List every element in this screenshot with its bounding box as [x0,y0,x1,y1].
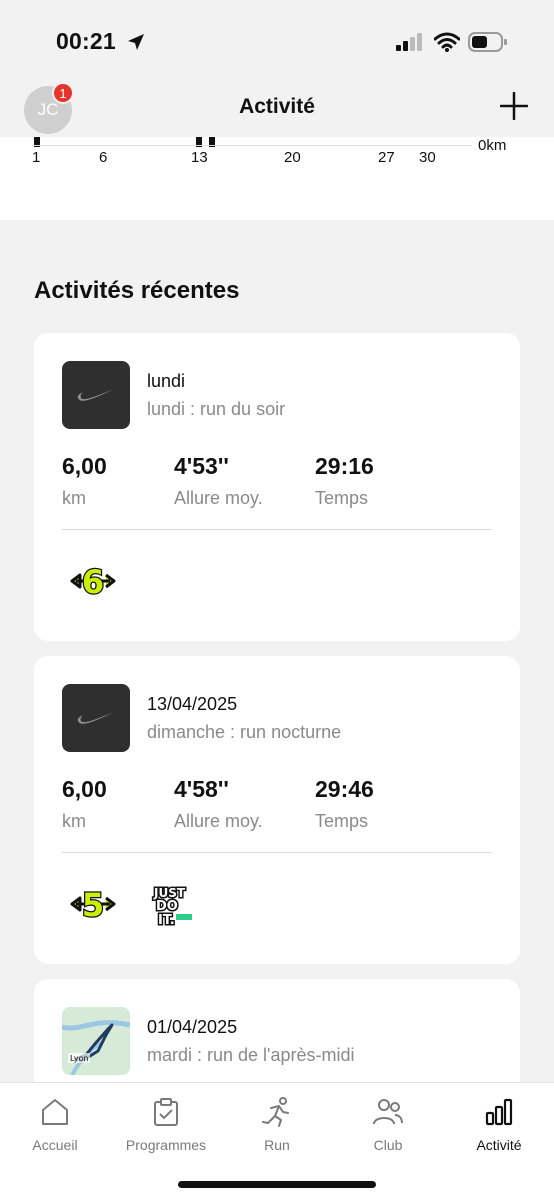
battery-icon [468,31,508,58]
tab-activity[interactable]: Activité [444,1095,554,1153]
achievement-badges: 5 JUST DO IT. [70,884,194,933]
pace-value: 4'58'' [174,776,229,802]
tab-run[interactable]: Run [222,1095,332,1153]
home-indicator[interactable] [178,1181,376,1188]
app-header: JC 1 Activité [0,82,554,134]
monthly-distance-chart: 1 6 13 20 27 30 0km [0,137,554,220]
activity-date: 13/04/2025 [147,694,238,714]
time-stat: 29:46 Temps [315,776,374,832]
svg-text:Lyon: Lyon [70,1054,88,1063]
tab-label: Accueil [32,1137,78,1153]
time-label: Temps [315,811,369,831]
tab-label: Run [264,1137,290,1153]
divider [62,529,492,530]
5k-badge-icon[interactable]: 5 [70,884,116,933]
divider [62,852,492,853]
section-title: Activités récentes [34,277,240,304]
activity-card[interactable]: lundi lundi : run du soir 6,00 km 4'53''… [34,333,520,641]
activity-date: 01/04/2025 [147,1017,238,1037]
time-value: 29:46 [315,776,374,802]
activity-name: dimanche : run nocturne [147,722,342,742]
chart-tick: 27 [378,149,395,166]
runner-icon [222,1095,332,1129]
6k-badge-icon[interactable]: 6 [70,561,116,606]
chart-tick: 6 [99,149,108,166]
pace-value: 4'53'' [174,453,229,479]
bar-chart-icon [444,1095,554,1129]
svg-text:5: 5 [82,886,104,924]
chart-axis [32,145,472,146]
tab-programs[interactable]: Programmes [111,1095,221,1153]
distance-unit: km [62,488,86,508]
chart-tick: 13 [191,149,208,166]
achievement-badges: 6 [70,561,116,606]
home-icon [0,1095,110,1129]
distance-stat: 6,00 km [62,776,107,832]
chart-tick: 20 [284,149,301,166]
pace-stat: 4'58'' Allure moy. [174,776,263,832]
activity-name: lundi : run du soir [147,399,286,419]
svg-text:JUST: JUST [153,886,186,900]
people-icon [333,1095,443,1129]
activity-card[interactable]: 13/04/2025 dimanche : run nocturne 6,00 … [34,656,520,964]
pace-label: Allure moy. [174,811,263,831]
pace-label: Allure moy. [174,488,263,508]
status-time: 00:21 [56,28,116,54]
nike-swoosh-icon [62,361,130,429]
distance-value: 6,00 [62,453,107,479]
tab-label: Activité [476,1137,522,1153]
wifi-icon [433,32,461,57]
status-bar: 00:21 [0,28,554,58]
pace-stat: 4'53'' Allure moy. [174,453,263,509]
tab-label: Club [373,1137,403,1153]
location-arrow-icon [126,32,146,57]
svg-text:6: 6 [82,563,104,601]
cellular-signal-icon [396,33,424,56]
time-value: 29:16 [315,453,374,479]
tab-club[interactable]: Club [333,1095,443,1153]
chart-unit-label: 0km [478,137,507,154]
distance-unit: km [62,811,86,831]
svg-text:DO: DO [156,899,178,914]
time-stat: 29:16 Temps [315,453,374,509]
chart-tick: 30 [419,149,436,166]
time-label: Temps [315,488,369,508]
tab-home[interactable]: Accueil [0,1095,110,1153]
top-bar: 00:21 JC 1 Activité [0,0,554,137]
activity-date: lundi [147,371,186,391]
tab-bar: Accueil Programmes Run Club Activité [0,1082,554,1200]
tab-label: Programmes [125,1137,207,1153]
clipboard-check-icon [111,1095,221,1129]
page-title: Activité [239,95,315,118]
chart-tick: 1 [32,149,41,166]
distance-value: 6,00 [62,776,107,802]
nike-swoosh-icon [62,684,130,752]
activity-name: mardi : run de l'après-midi [147,1045,355,1065]
svg-text:IT.: IT. [158,913,175,928]
distance-stat: 6,00 km [62,453,107,509]
just-do-it-sunday-badge-icon[interactable]: JUST DO IT. [150,884,194,933]
add-icon[interactable] [499,91,529,125]
route-map: Lyon [62,1007,130,1075]
